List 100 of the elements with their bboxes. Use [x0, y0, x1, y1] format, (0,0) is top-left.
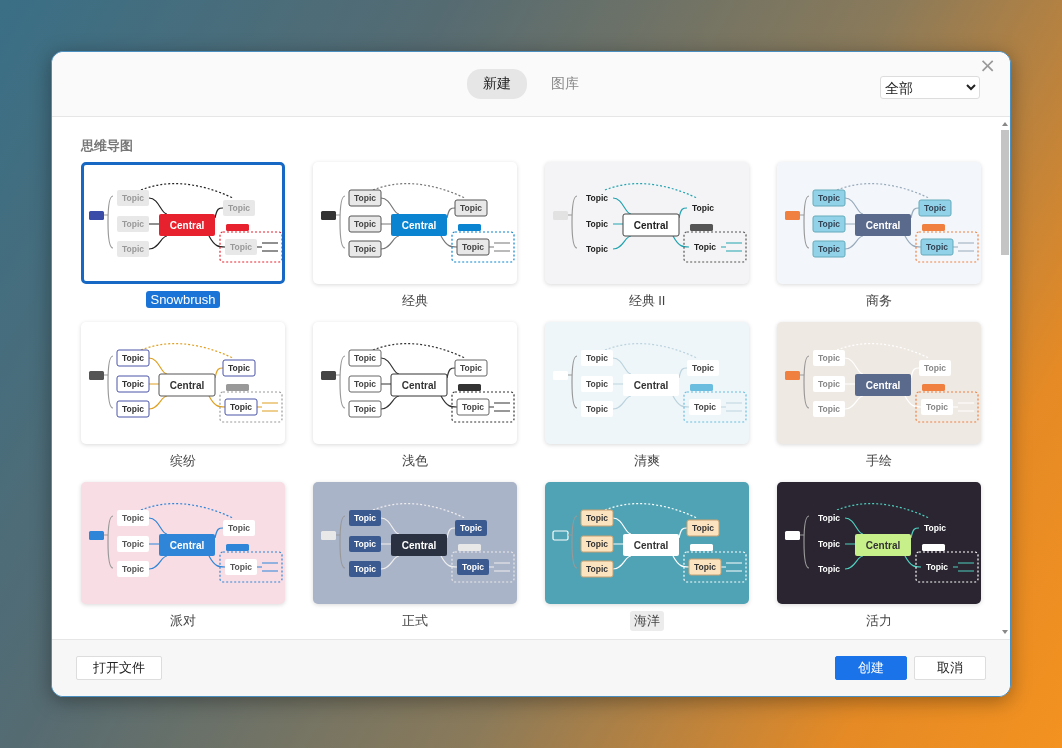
topic-label: Topic [692, 203, 714, 213]
central-node: Central [159, 534, 215, 556]
topic-node: Topic [813, 510, 845, 526]
topic-node: Topic [454, 199, 488, 217]
topic-node: Topic [348, 375, 382, 393]
topic-node: Topic [349, 561, 381, 577]
topic-node: Topic [687, 360, 719, 376]
central-node: Central [158, 373, 216, 397]
topic-node: Topic [222, 359, 256, 377]
template-name: 派对 [169, 612, 197, 630]
topic-node: Topic [812, 215, 846, 233]
template-name: 浅色 [401, 452, 429, 470]
topic-node: Topic [920, 238, 954, 256]
central-node: Central [159, 214, 215, 236]
topic-node: Topic [225, 559, 257, 575]
template-card[interactable]: Central Topic Topic Topic Topic Topic [545, 162, 749, 284]
central-node: Central [855, 374, 911, 396]
topic-node: Topic [456, 238, 490, 256]
central-node: Central [622, 213, 680, 237]
topic-node: Topic [580, 535, 614, 553]
topic-node: Topic [919, 360, 951, 376]
topic-node: Topic [921, 399, 953, 415]
template-name: 缤纷 [169, 452, 197, 470]
topic-node: Topic [348, 400, 382, 418]
template-name: 经典 [401, 292, 429, 310]
topic-node: Topic [813, 536, 845, 552]
topic-label: Topic [586, 219, 608, 229]
topic-node: Topic [686, 519, 720, 537]
topic-node: Topic [813, 376, 845, 392]
template-card[interactable]: Central Topic Topic Topic Topic Topic [81, 322, 285, 444]
template-card[interactable]: Central Topic Topic Topic Topic Topic [313, 162, 517, 284]
template-card[interactable]: Central Topic Topic Topic Topic Topic [313, 322, 517, 444]
template-name: 活力 [865, 612, 893, 630]
topic-node: Topic [580, 560, 614, 578]
central-node: Central [390, 373, 448, 397]
tab[interactable]: 新建 [467, 69, 527, 99]
topic-node: Topic [223, 520, 255, 536]
template-card[interactable]: Central Topic Topic Topic Topic Topic [545, 482, 749, 604]
topic-node: Topic [117, 190, 149, 206]
central-node: Central [391, 534, 447, 556]
cancel-button[interactable]: 取消 [914, 656, 986, 680]
topic-node: Topic [581, 376, 613, 392]
topic-node: Topic [117, 561, 149, 577]
topic-node: Topic [581, 401, 613, 417]
template-name: 清爽 [633, 452, 661, 470]
topic-node: Topic [117, 216, 149, 232]
central-node: Central [855, 214, 911, 236]
topic-node: Topic [813, 350, 845, 366]
template-name: 正式 [401, 612, 429, 630]
topic-label: Topic [586, 193, 608, 203]
template-name: 海洋 [630, 611, 664, 631]
central-node: Central [623, 534, 679, 556]
topic-node: Topic [116, 349, 150, 367]
template-card[interactable]: Central Topic Topic Topic Topic Topic [777, 482, 981, 604]
topic-node: Topic [813, 401, 845, 417]
topic-label: Topic [586, 244, 608, 254]
template-card[interactable]: Central Topic Topic Topic Topic Topic [545, 322, 749, 444]
topic-node: Topic [580, 509, 614, 527]
open-file-button[interactable]: 打开文件 [76, 656, 162, 680]
topic-node: Topic [918, 199, 952, 217]
topic-node: Topic [456, 398, 490, 416]
template-name: Snowbrush [146, 291, 220, 308]
tab[interactable]: 图库 [535, 69, 595, 99]
topic-node: Topic [349, 510, 381, 526]
template-name: 经典 II [627, 292, 667, 310]
topic-node: Topic [348, 349, 382, 367]
topic-node: Topic [348, 240, 382, 258]
topic-node: Topic [812, 240, 846, 258]
central-node: Central [855, 534, 911, 556]
topic-node: Topic [813, 561, 845, 577]
topic-node: Topic [689, 399, 721, 415]
topic-node: Topic [457, 559, 489, 575]
template-card[interactable]: Central Topic Topic Topic Topic Topic [81, 482, 285, 604]
topic-node: Topic [349, 536, 381, 552]
create-button[interactable]: 创建 [835, 656, 907, 680]
topic-node: Topic [223, 200, 255, 216]
topic-node: Topic [455, 520, 487, 536]
template-card[interactable]: Central Topic Topic Topic Topic Topic [81, 162, 285, 284]
category-dropdown[interactable]: 全部 [880, 76, 980, 99]
topic-node: Topic [581, 350, 613, 366]
template-card[interactable]: Central Topic Topic Topic Topic Topic [777, 322, 981, 444]
topic-node: Topic [117, 536, 149, 552]
topic-node: Topic [454, 359, 488, 377]
topic-node: Topic [116, 375, 150, 393]
topic-node: Topic [919, 520, 951, 536]
topic-node: Topic [348, 215, 382, 233]
template-card[interactable]: Central Topic Topic Topic Topic Topic [313, 482, 517, 604]
template-card[interactable]: Central Topic Topic Topic Topic Topic [777, 162, 981, 284]
section-title: 思维导图 [81, 137, 134, 155]
topic-node: Topic [117, 510, 149, 526]
topic-node: Topic [117, 241, 149, 257]
topic-node: Topic [812, 189, 846, 207]
central-node: Central [623, 374, 679, 396]
central-node: Central [391, 214, 447, 236]
topic-node: Topic [688, 558, 722, 576]
topic-node: Topic [116, 400, 150, 418]
topic-label: Topic [694, 242, 716, 252]
template-name: 商务 [865, 292, 893, 310]
topic-node: Topic [224, 398, 258, 416]
topic-node: Topic [225, 239, 257, 255]
